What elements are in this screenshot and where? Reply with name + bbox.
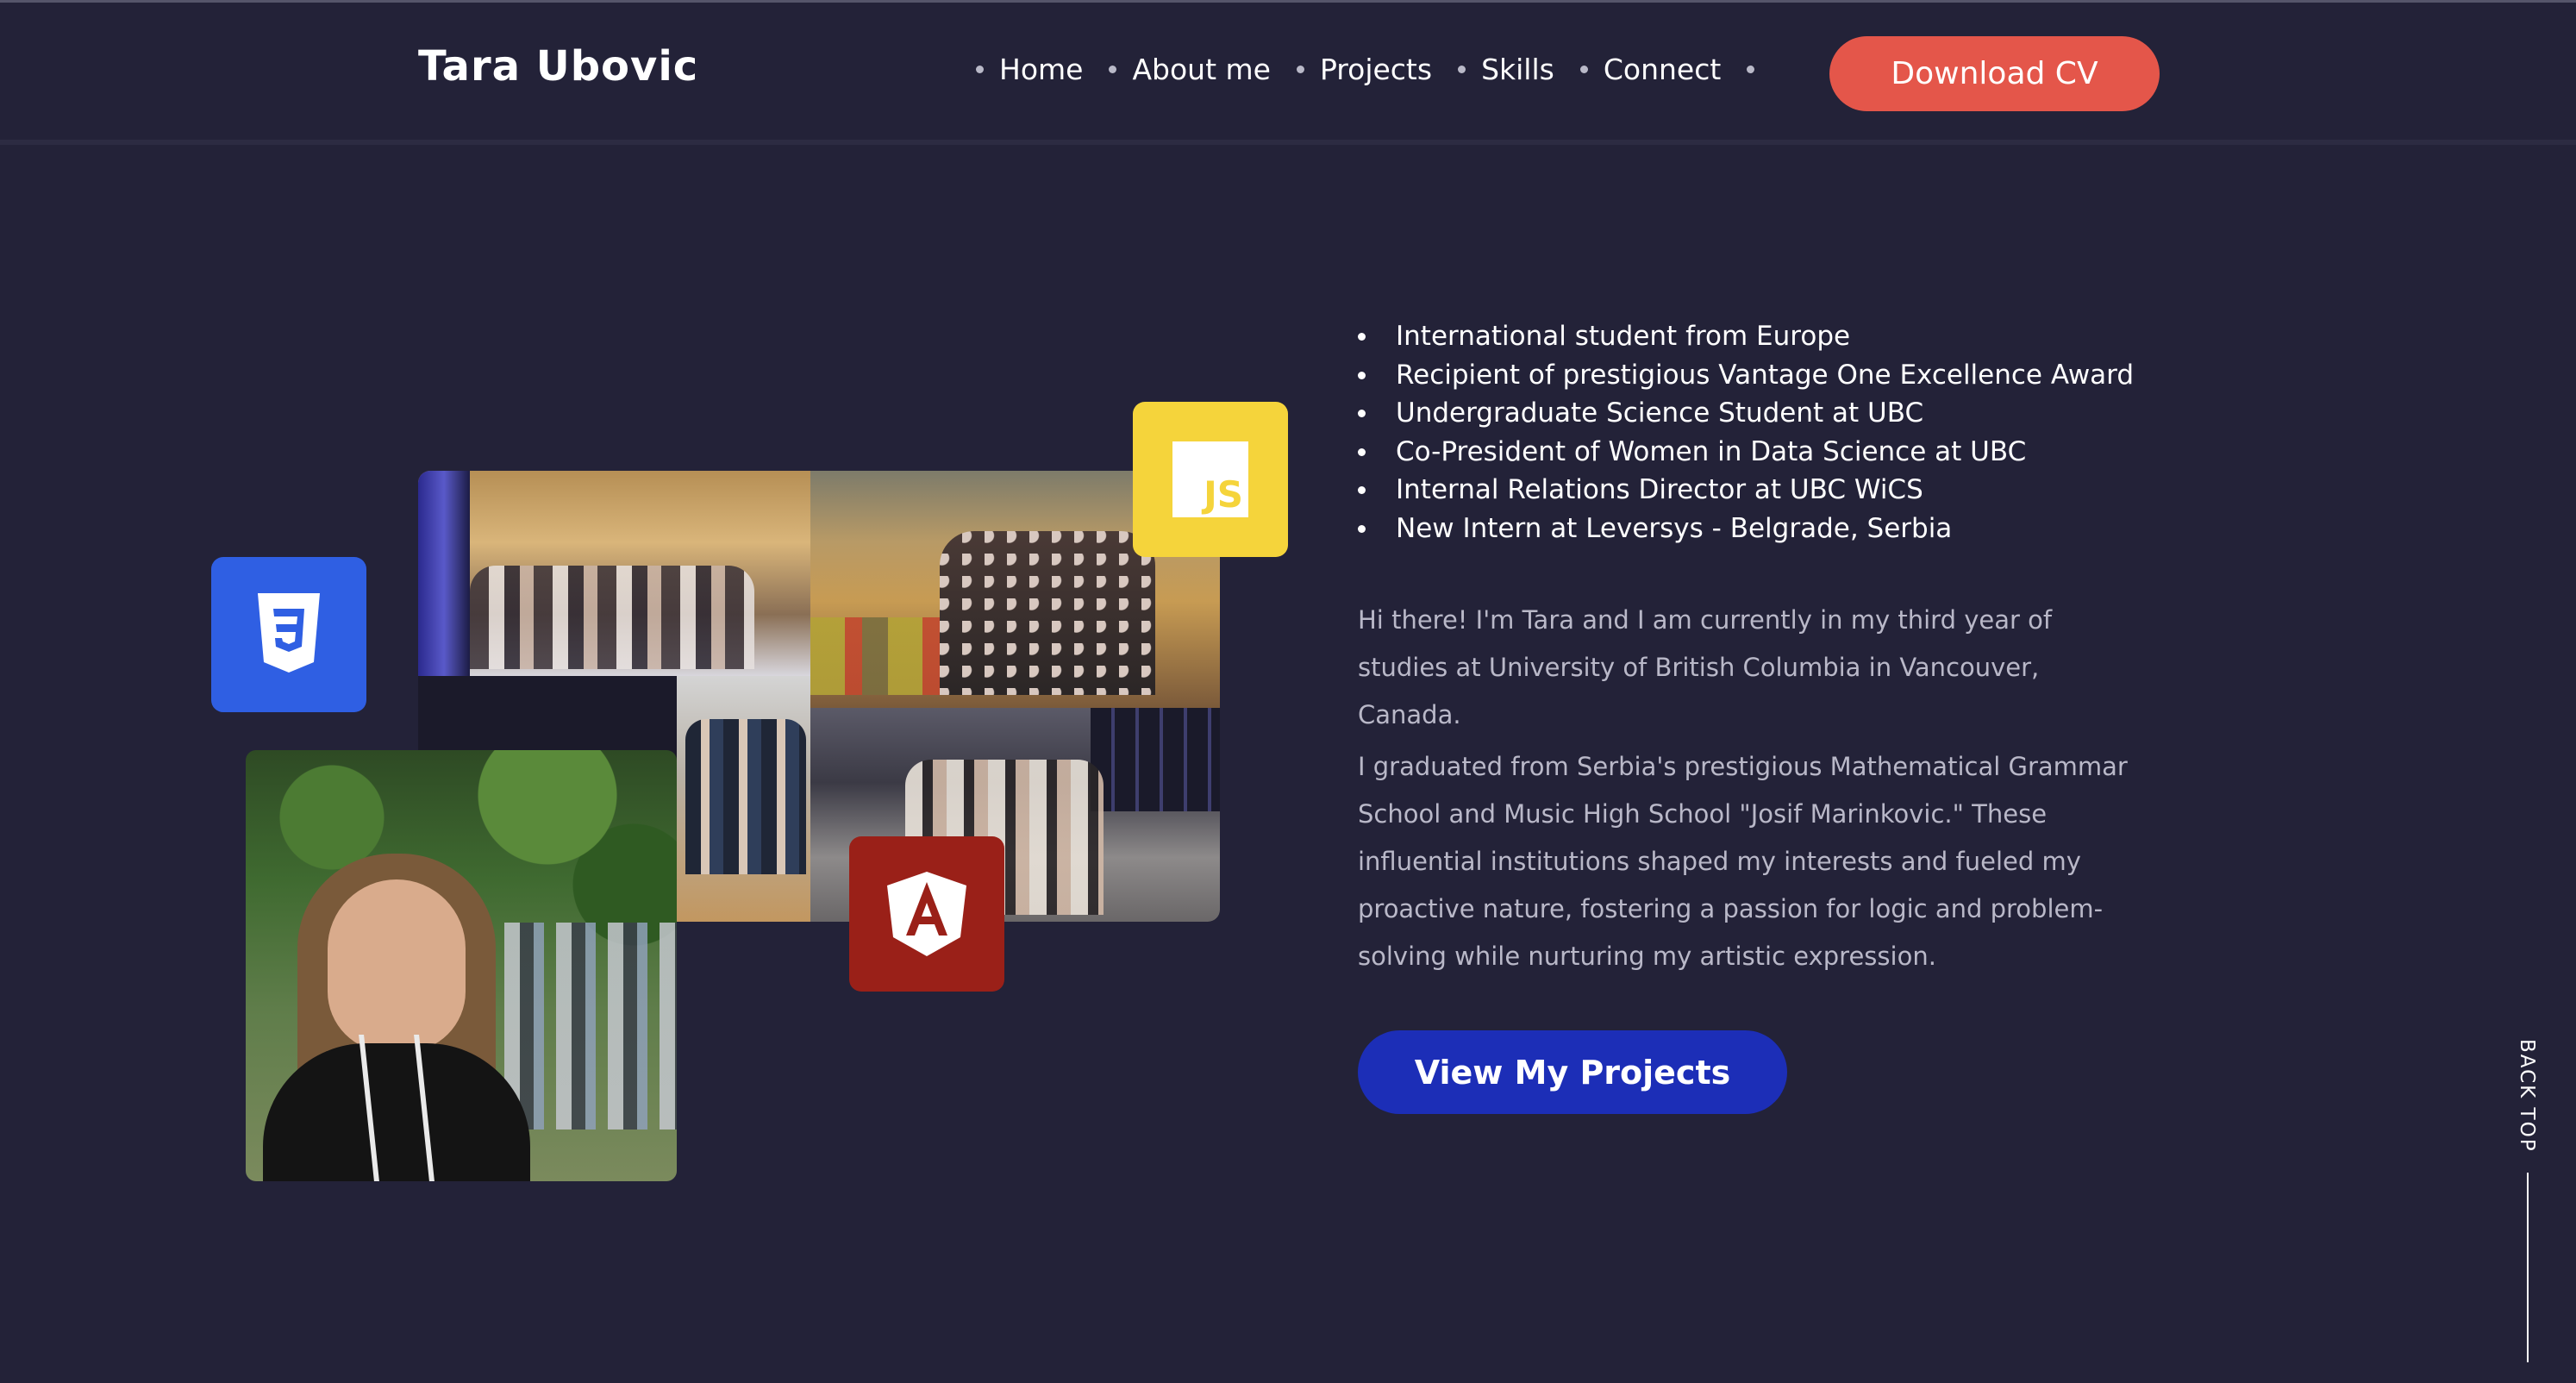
navbar: Tara Ubovic Home About me Projects Skill… [0, 3, 2576, 145]
nav-link-projects[interactable]: Projects [1320, 53, 1432, 86]
fact-text: Recipient of prestigious Vantage One Exc… [1396, 359, 2135, 391]
fact-text: Internal Relations Director at UBC WiCS [1396, 474, 1923, 505]
nav-bullet [1747, 66, 1755, 73]
back-top-link[interactable]: BACK TOP [2509, 1039, 2543, 1367]
nav-link-about[interactable]: About me [1132, 53, 1271, 86]
list-item: Co-President of Women in Data Science at… [1358, 433, 2134, 472]
education-paragraph: I graduated from Serbia's prestigious Ma… [1358, 752, 2128, 971]
back-top-label[interactable]: BACK TOP [2516, 1039, 2538, 1153]
angular-icon [887, 872, 966, 956]
brand-name[interactable]: Tara Ubovic [418, 42, 698, 91]
list-item: Internal Relations Director at UBC WiCS [1358, 471, 2134, 510]
collage-photo-group-stairs [677, 676, 810, 922]
about-facts-list: International student from Europe Recipi… [1358, 317, 2134, 548]
list-item: New Intern at Leversys - Belgrade, Serbi… [1358, 510, 2134, 548]
fact-text: Co-President of Women in Data Science at… [1396, 435, 2027, 467]
back-top-line [2527, 1173, 2529, 1362]
javascript-icon: JS [1172, 441, 1248, 517]
css3-icon [258, 593, 320, 673]
nav-item-projects: Projects [1296, 53, 1432, 86]
nav-bullet [1109, 66, 1117, 73]
javascript-icon-label: JS [1204, 473, 1243, 516]
css3-badge [211, 557, 366, 712]
download-cv-button[interactable]: Download CV [1829, 36, 2160, 111]
collage-photo-group-hallway [418, 471, 810, 676]
fact-text: International student from Europe [1396, 321, 1851, 352]
nav-bullet [976, 66, 984, 73]
list-item: Undergraduate Science Student at UBC [1358, 394, 2134, 433]
javascript-badge: JS [1133, 402, 1288, 557]
nav-item-skills: Skills [1458, 53, 1554, 86]
nav-link-connect[interactable]: Connect [1604, 53, 1721, 86]
intro-paragraph: Hi there! I'm Tara and I am currently in… [1358, 605, 2053, 729]
nav-link-home[interactable]: Home [999, 53, 1083, 86]
fact-text: New Intern at Leversys - Belgrade, Serbi… [1396, 512, 1953, 544]
fact-text: Undergraduate Science Student at UBC [1396, 397, 1924, 429]
main-nav: Home About me Projects Skills Connect [976, 53, 1796, 86]
angular-badge [849, 836, 1004, 992]
nav-item-connect: Connect [1579, 53, 1721, 86]
list-item: Recipient of prestigious Vantage One Exc… [1358, 356, 2134, 395]
nav-bullet [1296, 66, 1304, 73]
nav-item-cv [1747, 66, 1770, 73]
nav-item-home: Home [976, 53, 1083, 86]
nav-bullet [1579, 66, 1588, 73]
nav-bullet [1458, 66, 1466, 73]
view-projects-button[interactable]: View My Projects [1358, 1030, 1787, 1114]
list-item: International student from Europe [1358, 317, 2134, 356]
nav-link-skills[interactable]: Skills [1481, 53, 1554, 86]
portrait-photo [246, 750, 677, 1181]
nav-item-about: About me [1109, 53, 1271, 86]
